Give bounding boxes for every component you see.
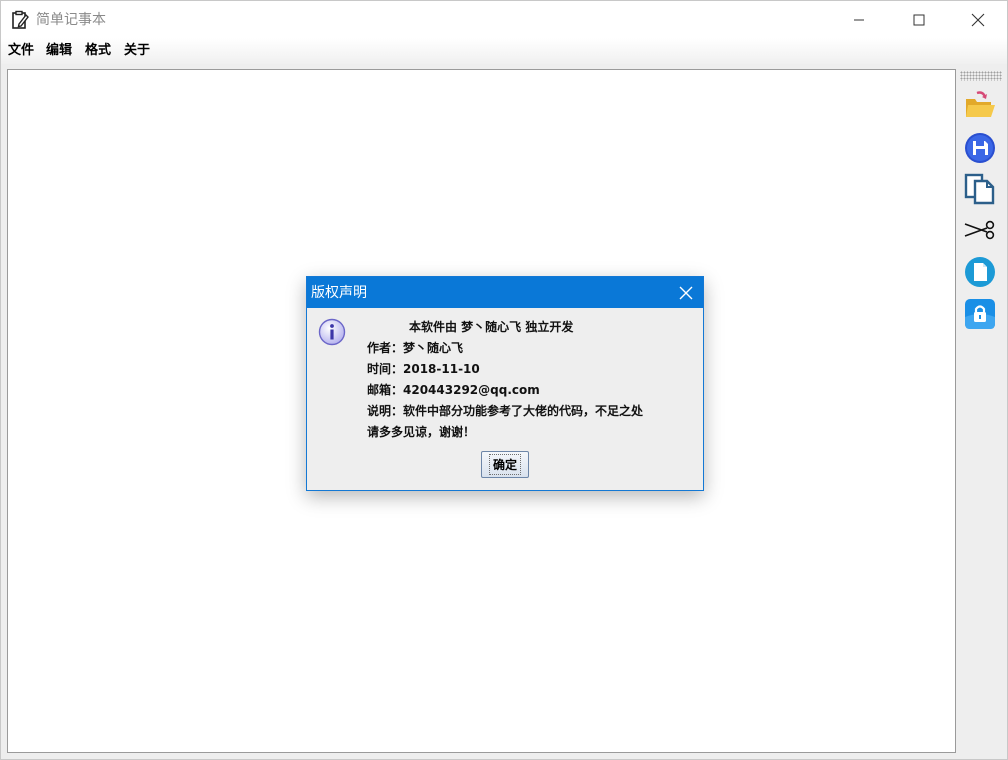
copyright-dialog: 版权声明 本软件由 梦丶随心飞 独立开发 作者：梦丶随心飞 时间：2018-11… xyxy=(306,276,704,491)
notepad-app-icon xyxy=(12,10,29,29)
menu-file[interactable]: 文件 xyxy=(8,41,34,61)
menu-format[interactable]: 格式 xyxy=(85,41,111,61)
dialog-message-line: 时间：2018-11-10 xyxy=(367,362,480,376)
lock-icon xyxy=(965,299,995,329)
dialog-title: 版权声明 xyxy=(311,285,367,301)
app-window: 简单记事本 文件 编辑 格式 关于 版权声明 本软件由 梦丶随心飞 独立开发 作… xyxy=(0,0,1008,760)
maximize-icon xyxy=(913,14,925,25)
copy-button[interactable] xyxy=(963,172,997,206)
title-bar[interactable]: 简单记事本 xyxy=(1,1,1007,38)
dialog-title-bar[interactable]: 版权声明 xyxy=(307,277,703,308)
close-window-button[interactable] xyxy=(955,1,1001,38)
cut-button[interactable] xyxy=(963,213,997,247)
ok-button-label: 确定 xyxy=(488,454,521,475)
dialog-message-line: 邮箱：420443292@qq.com xyxy=(367,383,540,397)
minimize-icon xyxy=(854,19,864,20)
menu-bar: 文件 编辑 格式 关于 xyxy=(1,38,1007,64)
lock-button[interactable] xyxy=(963,297,997,331)
scissors-icon xyxy=(964,220,995,240)
dialog-close-button[interactable] xyxy=(669,277,703,308)
save-file-button[interactable] xyxy=(963,131,997,165)
menu-edit[interactable]: 编辑 xyxy=(46,41,72,61)
maximize-button[interactable] xyxy=(896,1,942,38)
dialog-message-line: 请多多见谅，谢谢！ xyxy=(367,425,476,439)
copy-icon xyxy=(964,173,995,205)
paste-button[interactable] xyxy=(963,255,997,289)
toolbar-grip-handle[interactable] xyxy=(960,71,1002,81)
info-icon xyxy=(318,318,346,346)
side-toolbar xyxy=(958,69,1004,753)
minimize-button[interactable] xyxy=(836,1,882,38)
dialog-message-line: 说明：软件中部分功能参考了大佬的代码，不足之处 xyxy=(367,404,644,418)
dialog-message-line: 本软件由 梦丶随心飞 独立开发 xyxy=(409,320,574,334)
open-folder-icon xyxy=(966,91,995,117)
open-file-button[interactable] xyxy=(963,89,997,123)
save-disk-icon xyxy=(965,133,995,163)
close-icon xyxy=(679,286,693,299)
menu-about[interactable]: 关于 xyxy=(124,41,150,61)
close-icon xyxy=(971,13,985,26)
ok-button[interactable]: 确定 xyxy=(481,451,529,478)
paste-document-icon xyxy=(965,257,995,287)
window-title: 简单记事本 xyxy=(36,12,106,28)
dialog-message-line: 作者：梦丶随心飞 xyxy=(367,341,464,355)
